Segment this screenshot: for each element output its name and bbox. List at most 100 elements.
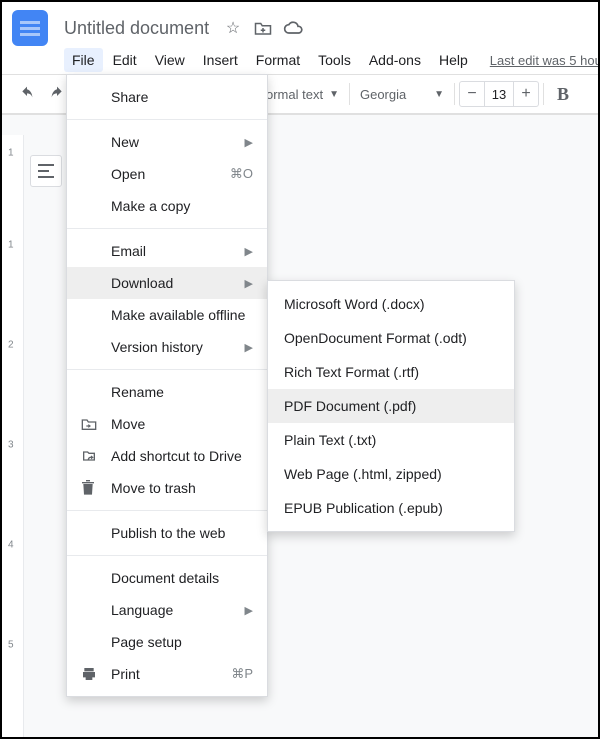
download-submenu: Microsoft Word (.docx) OpenDocument Forma… [267,280,515,532]
download-item-opendocument-format-odt-[interactable]: OpenDocument Format (.odt) [268,321,514,355]
menubar: File Edit View Insert Format Tools Add-o… [2,46,598,74]
submenu-arrow-icon: ▶ [245,341,253,354]
undo-button[interactable] [12,80,42,108]
menu-divider [67,228,267,229]
file-menu-item-share[interactable]: Share [67,81,267,113]
file-menu-item-move[interactable]: Move [67,408,267,440]
file-menu-item-page-setup[interactable]: Page setup [67,626,267,658]
file-menu-item-make-a-copy[interactable]: Make a copy [67,190,267,222]
print-icon [81,666,105,682]
download-item-web-page-html-zipped-[interactable]: Web Page (.html, zipped) [268,457,514,491]
menu-file[interactable]: File [64,48,103,72]
menu-shortcut: ⌘O [230,166,253,182]
file-menu-item-open[interactable]: Open⌘O [67,158,267,190]
caret-down-icon: ▼ [434,89,444,100]
font-size-increase[interactable]: + [514,82,538,106]
menu-shortcut: ⌘P [231,666,253,682]
last-edit-link[interactable]: Last edit was 5 hours [490,53,598,68]
download-item-epub-publication-epub-[interactable]: EPUB Publication (.epub) [268,491,514,525]
file-menu-item-add-shortcut-to-drive[interactable]: Add shortcut to Drive [67,440,267,472]
cloud-status-icon[interactable] [283,18,303,38]
menu-help[interactable]: Help [431,48,476,72]
paragraph-style-label: ormal text [266,87,323,102]
move-folder-icon[interactable] [253,18,273,38]
download-item-plain-text-txt-[interactable]: Plain Text (.txt) [268,423,514,457]
bold-button[interactable]: B [548,80,578,108]
file-menu-item-new[interactable]: New▶ [67,126,267,158]
ruler-mark: 1 [8,240,14,251]
menu-item-label: Language [111,602,245,618]
menu-insert[interactable]: Insert [195,48,246,72]
menu-item-label: Document details [111,570,253,586]
menu-item-label: Page setup [111,634,253,650]
font-family-label: Georgia [360,87,406,102]
download-item-microsoft-word-docx-[interactable]: Microsoft Word (.docx) [268,287,514,321]
menu-view[interactable]: View [147,48,193,72]
file-menu-item-version-history[interactable]: Version history▶ [67,331,267,363]
menu-item-label: Print [111,666,231,682]
font-size-decrease[interactable]: − [460,82,484,106]
vertical-ruler: 1 1 2 3 4 5 [2,135,24,737]
ruler-mark: 4 [8,540,14,551]
file-menu-item-email[interactable]: Email▶ [67,235,267,267]
menu-item-label: Open [111,166,230,182]
submenu-arrow-icon: ▶ [245,136,253,149]
file-menu-item-publish-to-the-web[interactable]: Publish to the web [67,517,267,549]
menu-item-label: New [111,134,245,150]
file-menu-item-rename[interactable]: Rename [67,376,267,408]
file-menu-item-language[interactable]: Language▶ [67,594,267,626]
menu-addons[interactable]: Add-ons [361,48,429,72]
menu-item-label: Share [111,89,253,105]
download-item-label: Microsoft Word (.docx) [284,296,425,312]
menu-divider [67,555,267,556]
submenu-arrow-icon: ▶ [245,604,253,617]
toolbar-separator [349,83,350,105]
file-menu-item-download[interactable]: Download▶ [67,267,267,299]
download-item-label: EPUB Publication (.epub) [284,500,443,516]
menu-item-label: Move to trash [111,480,253,496]
menu-item-label: Publish to the web [111,525,253,541]
file-menu-item-move-to-trash[interactable]: Move to trash [67,472,267,504]
download-item-rich-text-format-rtf-[interactable]: Rich Text Format (.rtf) [268,355,514,389]
ruler-mark: 3 [8,440,14,451]
file-menu-dropdown: ShareNew▶Open⌘OMake a copyEmail▶Download… [66,74,268,697]
menu-format[interactable]: Format [248,48,308,72]
menu-item-label: Make a copy [111,198,253,214]
download-item-pdf-document-pdf-[interactable]: PDF Document (.pdf) [268,389,514,423]
trash-icon [81,480,105,496]
download-item-label: Plain Text (.txt) [284,432,376,448]
ruler-mark: 5 [8,640,14,651]
shortcut-icon [81,448,105,464]
menu-tools[interactable]: Tools [310,48,359,72]
toolbar-separator [543,83,544,105]
download-item-label: OpenDocument Format (.odt) [284,330,467,346]
download-item-label: PDF Document (.pdf) [284,398,416,414]
menu-item-label: Rename [111,384,253,400]
menu-item-label: Move [111,416,253,432]
docs-logo-icon[interactable] [12,10,48,46]
font-size-value[interactable]: 13 [484,82,514,106]
menu-item-label: Download [111,275,245,291]
menu-divider [67,369,267,370]
font-family-select[interactable]: Georgia ▼ [354,80,450,108]
file-menu-item-make-available-offline[interactable]: Make available offline [67,299,267,331]
caret-down-icon: ▼ [329,89,339,100]
file-menu-item-print[interactable]: Print⌘P [67,658,267,690]
file-menu-item-document-details[interactable]: Document details [67,562,267,594]
menu-item-label: Version history [111,339,245,355]
star-icon[interactable]: ☆ [223,18,243,38]
font-size-stepper: − 13 + [459,81,539,107]
ruler-mark: 2 [8,340,14,351]
submenu-arrow-icon: ▶ [245,245,253,258]
document-title[interactable]: Untitled document [64,18,209,39]
download-item-label: Rich Text Format (.rtf) [284,364,419,380]
titlebar: Untitled document ☆ [2,2,598,46]
document-outline-button[interactable] [30,155,62,187]
menu-item-label: Email [111,243,245,259]
menu-edit[interactable]: Edit [105,48,145,72]
move-icon [81,417,105,431]
toolbar-separator [454,83,455,105]
paragraph-style-select[interactable]: ormal text ▼ [260,80,345,108]
menu-item-label: Add shortcut to Drive [111,448,253,464]
submenu-arrow-icon: ▶ [245,277,253,290]
